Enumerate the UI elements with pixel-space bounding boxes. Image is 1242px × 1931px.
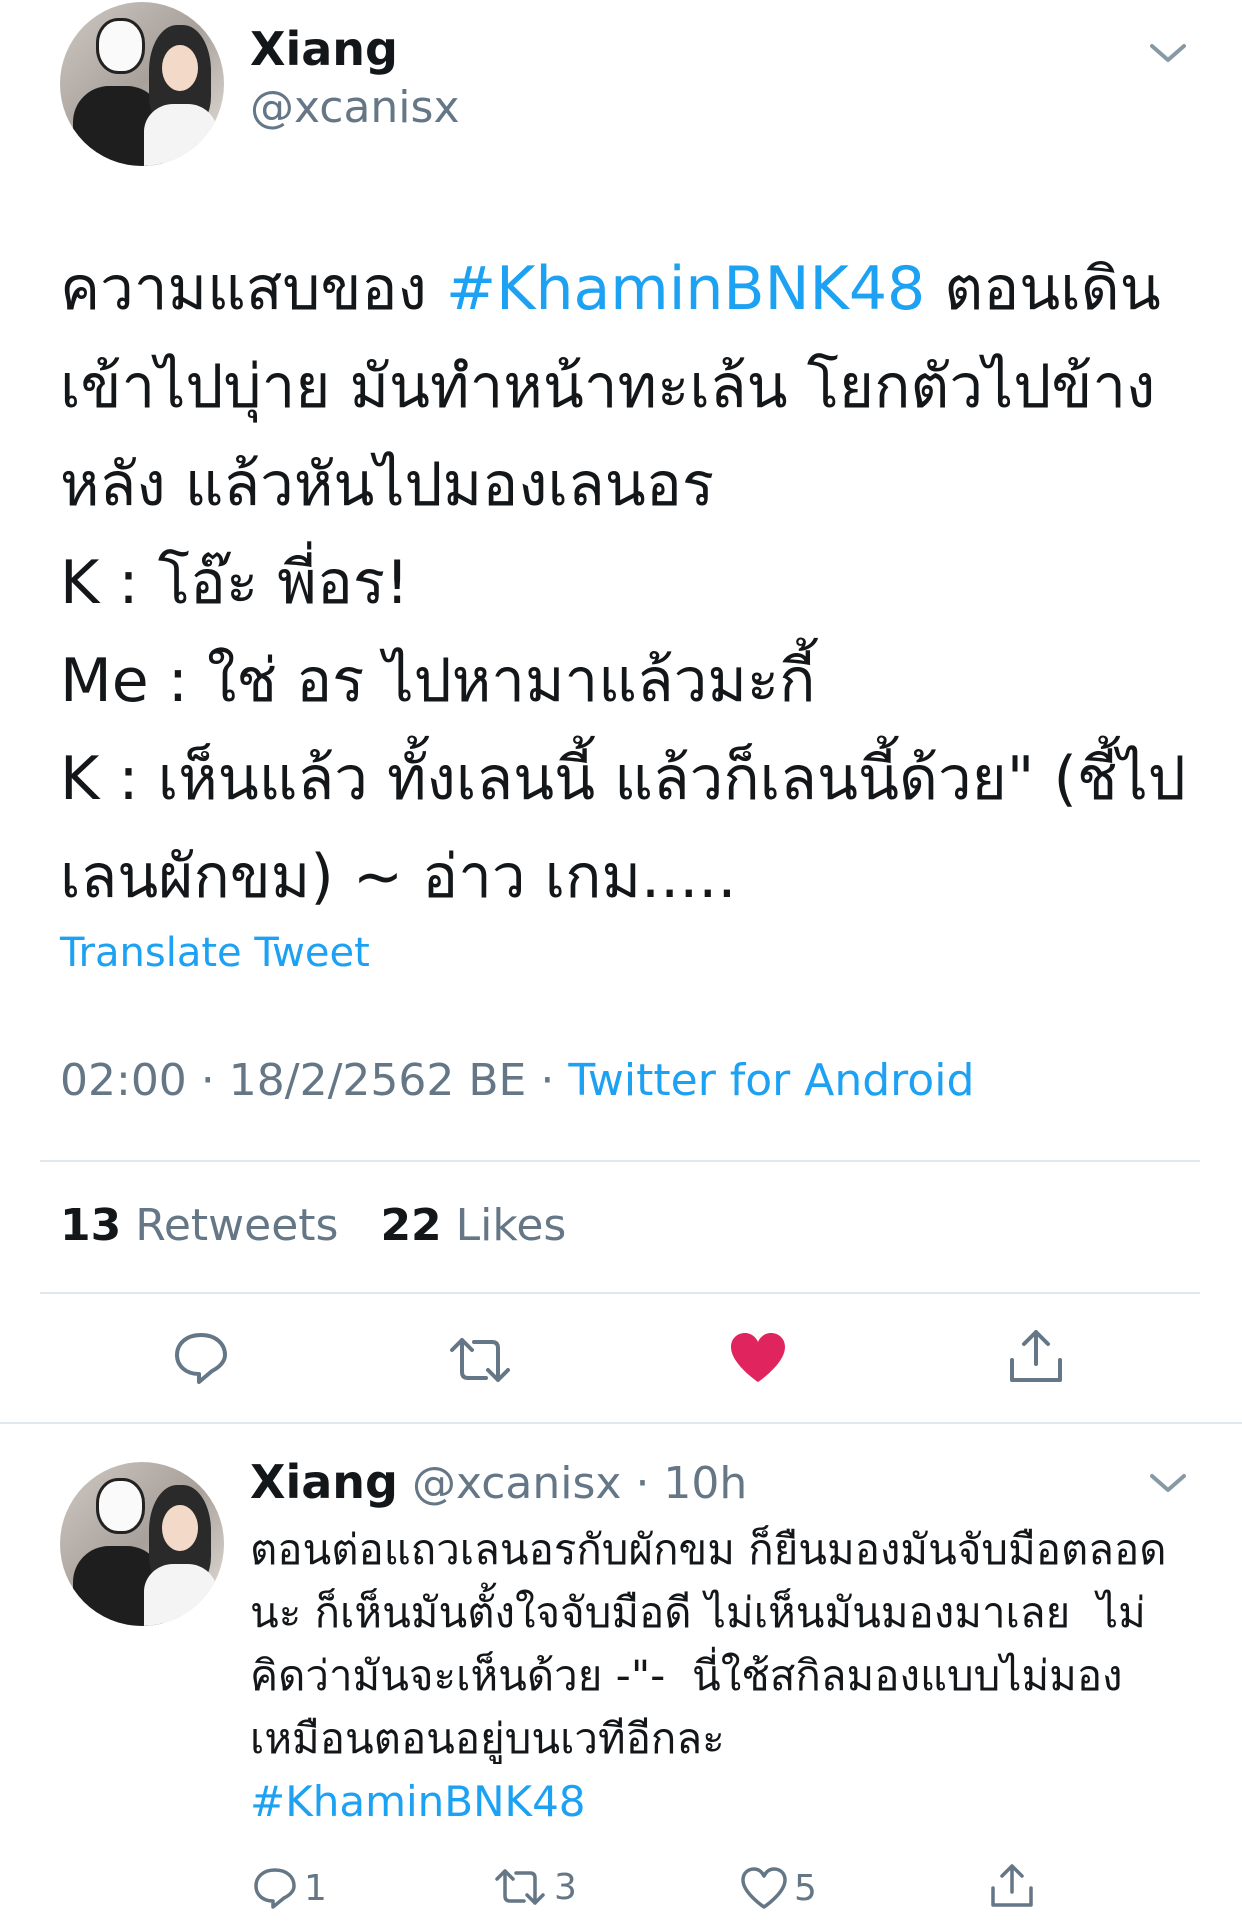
likes-count: 22 (380, 1200, 442, 1251)
tweet-timestamp: 02:00 · 18/2/2562 BE · (60, 1055, 569, 1106)
reply-share-button[interactable] (988, 1862, 1036, 1910)
reply-reply-count: 1 (304, 1867, 327, 1909)
reply-icon[interactable] (172, 1330, 230, 1386)
reply-chevron-down-icon[interactable] (1148, 1470, 1188, 1496)
reply-like-count: 5 (794, 1867, 817, 1909)
retweets-count: 13 (60, 1200, 122, 1251)
reply-avatar[interactable] (60, 1462, 224, 1626)
retweet-icon[interactable] (446, 1334, 514, 1386)
tweet-stats: 13 Retweets 22 Likes (60, 1200, 566, 1251)
divider (40, 1292, 1200, 1294)
translate-tweet-link[interactable]: Translate Tweet (60, 930, 370, 976)
retweet-icon (495, 1869, 545, 1905)
heart-icon (741, 1867, 787, 1909)
reply-like-button[interactable]: 5 (740, 1866, 817, 1910)
reply-hashtag-link[interactable]: #KhaminBNK48 (250, 1777, 586, 1826)
divider (0, 1422, 1242, 1424)
tweet-text-intro: ความแสบของ (60, 254, 446, 324)
retweets-label: Retweets (135, 1200, 339, 1251)
tweet-meta: 02:00 · 18/2/2562 BE · Twitter for Andro… (60, 1055, 974, 1106)
reply-text-body: ตอนต่อแถวเลนอรกับผักขม ก็ยืนมองมันจับมือ… (250, 1525, 1167, 1763)
tweet-source-link[interactable]: Twitter for Android (568, 1055, 974, 1106)
reply-author-handle[interactable]: @xcanisx (412, 1458, 622, 1509)
reply-text: ตอนต่อแถวเลนอรกับผักขม ก็ยืนมองมันจับมือ… (250, 1518, 1190, 1833)
avatar[interactable] (60, 2, 224, 166)
reply-time[interactable]: · 10h (635, 1458, 747, 1509)
tweet-text: ความแสบของ #KhaminBNK48 ตอนเดินเข้าไปบุ่… (60, 240, 1190, 926)
reply-reply-button[interactable]: 1 (252, 1866, 327, 1910)
reply-retweet-count: 3 (554, 1866, 577, 1908)
reply-author-name[interactable]: Xiang (250, 1455, 398, 1509)
hashtag-link[interactable]: #KhaminBNK48 (446, 254, 925, 324)
reply-icon (254, 1868, 296, 1909)
divider (40, 1160, 1200, 1162)
author-name[interactable]: Xiang (250, 22, 398, 76)
reply-retweet-button[interactable]: 3 (492, 1866, 577, 1908)
reply-header: Xiang @xcanisx · 10h (250, 1455, 747, 1509)
tweet-text-body: ตอนเดินเข้าไปบุ่าย มันทำหน้าทะเล้น โยกตั… (60, 254, 1186, 912)
like-icon[interactable] (728, 1330, 788, 1386)
share-icon[interactable] (1006, 1328, 1066, 1386)
likes-label: Likes (455, 1200, 567, 1251)
chevron-down-icon[interactable] (1148, 40, 1188, 66)
author-handle[interactable]: @xcanisx (250, 82, 460, 133)
share-icon (991, 1864, 1033, 1907)
likes-stat[interactable]: 22 Likes (380, 1200, 566, 1251)
retweets-stat[interactable]: 13 Retweets (60, 1200, 338, 1251)
